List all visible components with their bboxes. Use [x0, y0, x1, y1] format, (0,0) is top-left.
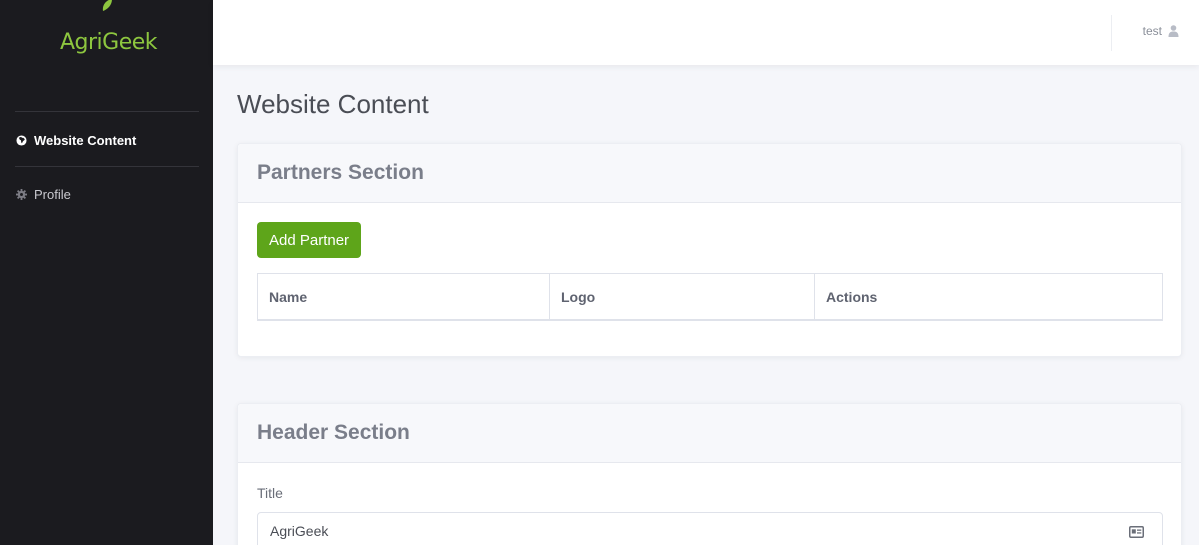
title-input-value: AgriGeek: [270, 523, 329, 539]
header-section-card: Header Section Title AgriGeek: [237, 403, 1182, 545]
sidebar-divider: [15, 111, 199, 112]
sidebar: AgriGeek Website Content Profile: [0, 0, 213, 545]
card-title: Partners Section: [257, 161, 424, 184]
page-title: Website Content: [237, 89, 429, 119]
gear-icon: [15, 188, 27, 200]
column-header-actions[interactable]: Actions: [815, 274, 1162, 319]
topbar-divider: [1111, 15, 1112, 51]
add-partner-button[interactable]: Add Partner: [257, 222, 362, 258]
username: test: [1142, 24, 1162, 38]
sidebar-item-website-content[interactable]: Website Content: [15, 130, 136, 150]
topbar: test: [213, 0, 1199, 65]
sidebar-item-label: Profile: [34, 186, 71, 202]
card-title: Header Section: [257, 421, 410, 444]
title-input[interactable]: AgriGeek: [257, 512, 1163, 545]
partners-table: Name Logo Actions: [257, 273, 1163, 321]
card-header: Header Section: [238, 404, 1181, 463]
column-header-name[interactable]: Name: [258, 274, 550, 319]
sidebar-divider: [15, 166, 199, 167]
globe-icon: [15, 134, 27, 146]
card-header: Partners Section: [238, 144, 1181, 203]
sidebar-item-label: Website Content: [34, 132, 137, 148]
brand-logo[interactable]: AgriGeek: [60, 0, 158, 55]
title-field-label: Title: [257, 485, 283, 501]
id-card-icon: [1129, 525, 1144, 541]
sidebar-item-profile[interactable]: Profile: [15, 184, 71, 204]
user-menu[interactable]: test: [1143, 24, 1179, 38]
column-header-logo[interactable]: Logo: [550, 274, 815, 319]
partners-card: Partners Section Add Partner Name Logo A…: [237, 143, 1182, 357]
brand-name: AgriGeek: [60, 30, 158, 55]
user-icon: [1168, 25, 1179, 37]
leaf-icon: [102, 0, 112, 11]
